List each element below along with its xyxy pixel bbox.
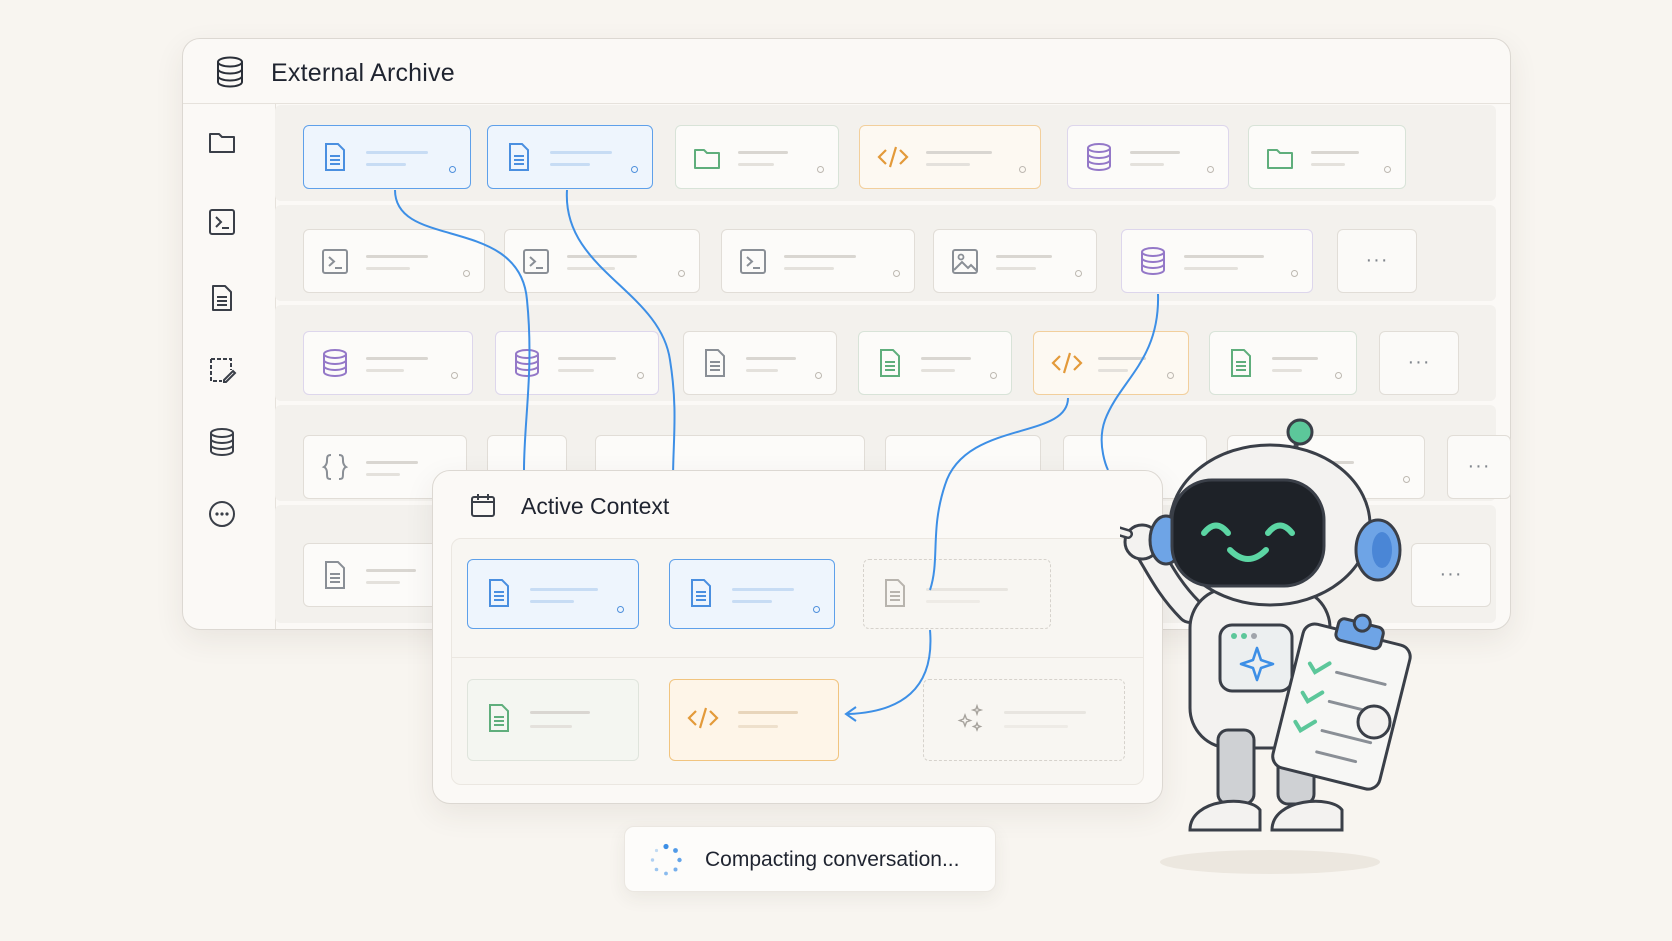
context-card-code[interactable] [669, 679, 839, 761]
document-icon [489, 704, 509, 732]
archive-card-image[interactable] [933, 229, 1097, 293]
terminal-icon[interactable] [207, 207, 237, 237]
archive-card-code[interactable] [1033, 331, 1189, 395]
database-icon [1141, 247, 1165, 276]
archive-card-more[interactable]: ··· [1447, 435, 1511, 499]
terminal-icon [740, 249, 766, 274]
archive-card-terminal[interactable] [504, 229, 700, 293]
document-icon [509, 143, 529, 171]
note-edit-icon[interactable] [207, 355, 237, 385]
archive-card-more[interactable]: ··· [1411, 543, 1491, 607]
archive-header: External Archive [183, 39, 1510, 104]
archive-card-document[interactable] [858, 331, 1012, 395]
context-card-document[interactable] [467, 559, 639, 629]
database-icon[interactable] [207, 427, 237, 457]
folder-icon [694, 149, 720, 169]
robot-mascot-icon [1120, 418, 1412, 874]
more-icon[interactable] [207, 499, 237, 529]
more-icon: ··· [1407, 351, 1431, 373]
terminal-icon [523, 249, 549, 274]
context-card-document[interactable] [467, 679, 639, 761]
code-icon [1051, 352, 1083, 374]
braces-icon [321, 454, 349, 480]
document-icon [325, 143, 345, 171]
archive-card-document[interactable] [487, 125, 653, 189]
document-icon [880, 349, 900, 377]
database-icon [515, 349, 539, 378]
active-context-panel: Active Context [432, 470, 1163, 804]
archive-card-terminal[interactable] [303, 229, 485, 293]
calendar-icon [471, 494, 495, 517]
archive-title: External Archive [271, 59, 455, 87]
document-icon [705, 349, 725, 377]
more-icon: ··· [1467, 455, 1491, 477]
more-icon: ··· [1439, 563, 1463, 585]
document-icon [885, 579, 905, 607]
archive-card-document[interactable] [303, 125, 471, 189]
document-icon[interactable] [207, 283, 237, 313]
archive-card-database[interactable] [495, 331, 659, 395]
document-icon [489, 579, 509, 607]
archive-card-document[interactable] [1209, 331, 1357, 395]
document-icon [325, 561, 345, 589]
archive-card-folder[interactable] [1248, 125, 1406, 189]
context-card-document[interactable] [669, 559, 835, 629]
context-title: Active Context [521, 493, 670, 519]
terminal-icon [322, 249, 348, 274]
document-icon [1231, 349, 1251, 377]
archive-card-folder[interactable] [675, 125, 839, 189]
archive-card-terminal[interactable] [721, 229, 915, 293]
database-icon [323, 349, 347, 378]
archive-card-more[interactable]: ··· [1379, 331, 1459, 395]
loading-spinner-icon [650, 843, 682, 876]
sparkle-icon [957, 703, 984, 732]
code-icon [877, 146, 909, 168]
status-indicator: Compacting conversation... [624, 826, 996, 892]
folder-icon [1267, 149, 1293, 169]
archive-card-database[interactable] [303, 331, 473, 395]
document-icon [691, 579, 711, 607]
status-text: Compacting conversation... [705, 848, 960, 871]
code-icon [687, 707, 719, 729]
database-icon [217, 56, 243, 88]
archive-card-database[interactable] [1121, 229, 1313, 293]
archive-card-code[interactable] [859, 125, 1041, 189]
context-card-placeholder[interactable] [863, 559, 1051, 629]
archive-sidebar [183, 103, 276, 629]
image-icon [952, 249, 978, 274]
context-card-placeholder[interactable] [923, 679, 1125, 761]
database-icon [1087, 143, 1111, 172]
more-icon: ··· [1365, 249, 1389, 271]
archive-card-database[interactable] [1067, 125, 1229, 189]
folder-icon[interactable] [207, 127, 237, 157]
archive-card-document[interactable] [683, 331, 837, 395]
archive-card-more[interactable]: ··· [1337, 229, 1417, 293]
